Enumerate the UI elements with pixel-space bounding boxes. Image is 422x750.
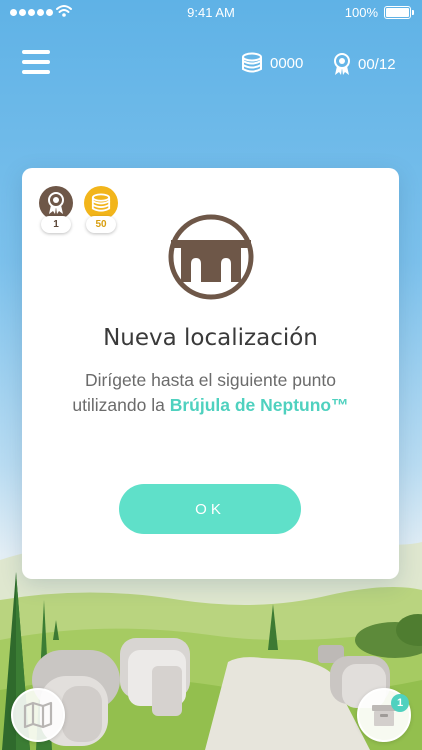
status-bar: 9:41 AM 100% <box>0 0 422 26</box>
aqueduct-bridge-icon <box>168 214 254 300</box>
award-reward-value: 1 <box>41 216 71 233</box>
battery-icon <box>384 6 414 19</box>
award-ribbon-icon <box>334 53 350 75</box>
coin-reward-value: 50 <box>86 216 116 233</box>
dialog-message: Dirígete hasta el siguiente punto utiliz… <box>22 368 399 418</box>
coin-reward-badge: 50 <box>84 186 118 233</box>
battery-percentage: 100% <box>344 5 378 20</box>
ok-button[interactable]: OK <box>119 484 301 534</box>
coins-counter: 0000 <box>240 52 303 74</box>
coin-stack-icon <box>91 193 111 212</box>
dialog-message-line1: Dirígete hasta el siguiente punto <box>85 370 336 390</box>
coins-value: 0000 <box>270 54 304 72</box>
dialog-title: Nueva localización <box>103 325 318 351</box>
dialog-message-prefix: utilizando la <box>72 395 170 415</box>
folded-map-icon <box>23 701 53 729</box>
dialog-message-highlight: Brújula de Neptuno™ <box>169 395 349 415</box>
award-reward-badge: 1 <box>39 186 73 233</box>
inventory-box-button[interactable]: 1 <box>357 688 411 742</box>
awards-counter: 00/12 <box>332 52 396 76</box>
menu-button[interactable] <box>22 50 52 78</box>
box-notification-badge: 1 <box>391 694 409 712</box>
award-ribbon-icon <box>48 192 64 214</box>
new-location-dialog: 1 50 Nueva localización Dirígete hasta e… <box>22 168 399 579</box>
awards-value: 00/12 <box>358 55 396 73</box>
coin-stack-icon <box>242 52 262 73</box>
hamburger-menu-icon <box>22 50 50 54</box>
map-button[interactable] <box>11 688 65 742</box>
